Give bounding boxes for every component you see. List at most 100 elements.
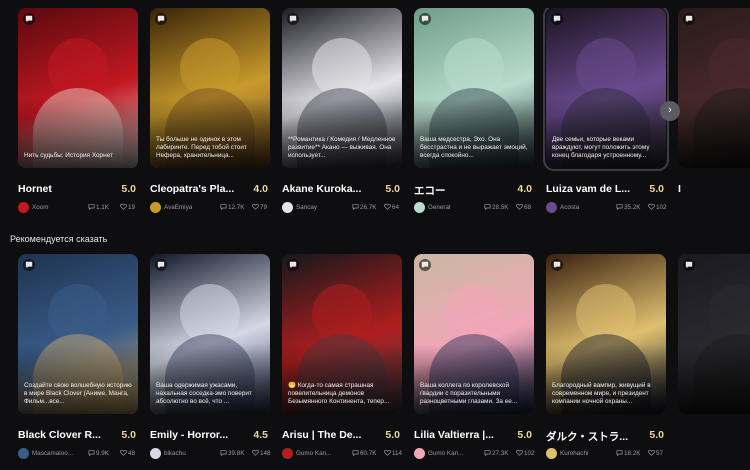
rating-value: 5.0: [649, 183, 664, 195]
character-title[interactable]: Akane Kuroka...: [282, 183, 380, 195]
author-name[interactable]: Acosta: [560, 204, 610, 211]
like-count: 114: [384, 449, 403, 457]
image-shade: [678, 98, 750, 168]
like-count: 79: [252, 203, 267, 211]
character-card[interactable]: I: [678, 8, 750, 218]
author-avatar[interactable]: [414, 448, 425, 459]
author-name[interactable]: Mascamaloo...: [32, 450, 82, 457]
character-image[interactable]: Ваша одержимая ужасами, нахальная соседк…: [150, 254, 270, 414]
chat-bubble-icon: [616, 204, 624, 211]
character-card[interactable]: Благородный вампир, живущий в современно…: [546, 254, 668, 464]
character-image[interactable]: Ваша коллега по королевской гвардии с по…: [414, 254, 534, 414]
character-card[interactable]: Ваша коллега по королевской гвардии с по…: [414, 254, 536, 464]
character-image[interactable]: Нить судьбы: История Хорнет: [18, 8, 138, 168]
heart-icon: [516, 203, 524, 211]
character-card[interactable]: Нить судьбы: История Хорнет Hornet 5.0 Xoom…: [18, 8, 140, 218]
character-card[interactable]: Ты больше не одинок в этом лабиринте. Пе…: [150, 8, 272, 218]
character-title[interactable]: I: [678, 183, 750, 195]
chat-bubble-icon: [484, 450, 492, 457]
character-description: Ваша коллега по королевской гвардии с по…: [420, 382, 518, 405]
card-title-row: ダルク・ストラ... 5.0: [546, 429, 668, 443]
character-row-2: Создайте свою волшебную историю в мире B…: [0, 254, 750, 470]
author-name[interactable]: AvaEmiya: [164, 204, 214, 211]
character-image[interactable]: Две семьи, которые веками враждуют, могу…: [543, 8, 669, 171]
card-title-row: Cleopatra's Pla... 4.0: [150, 183, 272, 197]
chat-bubble-icon: [683, 259, 695, 271]
card-title-row: Emily - Horror... 4.5: [150, 429, 272, 443]
card-title-row: Hornet 5.0: [18, 183, 140, 197]
card-title-row: エコー 4.0: [414, 183, 536, 197]
chat-count: 9.9K: [88, 450, 109, 457]
character-image[interactable]: Создайте свою волшебную историю в мире B…: [18, 254, 138, 414]
character-title[interactable]: Black Clover R...: [18, 429, 116, 441]
author-avatar[interactable]: [282, 202, 293, 213]
author-name[interactable]: bikachu: [164, 450, 214, 457]
character-card[interactable]: **Романтика / Комедия / Медленное развит…: [282, 8, 404, 218]
heart-icon: [384, 449, 392, 457]
author-avatar[interactable]: [546, 202, 557, 213]
rating-value: 5.0: [121, 429, 136, 441]
chat-bubble-icon: [155, 13, 167, 25]
heart-icon: [648, 203, 656, 211]
author-avatar[interactable]: [282, 448, 293, 459]
character-title[interactable]: エコー: [414, 183, 512, 198]
chat-bubble-icon: [616, 450, 624, 457]
author-name[interactable]: Kurohachi: [560, 450, 610, 457]
chat-count-value: 60.7K: [360, 450, 377, 457]
character-description: **Романтика / Комедия / Медленное развит…: [288, 136, 396, 159]
character-image[interactable]: **Романтика / Комедия / Медленное развит…: [282, 8, 402, 168]
author-avatar[interactable]: [414, 202, 425, 213]
author-avatar[interactable]: [150, 202, 161, 213]
author-name[interactable]: Gumo Kan...: [428, 450, 478, 457]
like-count-value: 114: [392, 450, 403, 457]
author-name[interactable]: Xoom: [32, 204, 82, 211]
card-title-row: [678, 429, 750, 443]
character-image[interactable]: Ты больше не одинок в этом лабиринте. Пе…: [150, 8, 270, 168]
chat-bubble-icon: [484, 204, 492, 211]
character-title[interactable]: Luiza vam de L...: [546, 183, 644, 195]
character-image[interactable]: [678, 254, 750, 414]
card-meta: Kurohachi 18.2K 57: [546, 448, 672, 460]
character-image[interactable]: [678, 8, 750, 168]
card-meta: General 28.5K 68: [414, 202, 540, 214]
chat-bubble-icon: [23, 13, 35, 25]
chat-count-value: 18.2K: [624, 450, 641, 457]
author-avatar[interactable]: [18, 202, 29, 213]
character-image[interactable]: Благородный вампир, живущий в современно…: [546, 254, 666, 414]
card-meta: Xoom 1.1K 19: [18, 202, 144, 214]
character-title[interactable]: Hornet: [18, 183, 116, 195]
card-meta: bikachu 39.8K 148: [150, 448, 276, 460]
author-avatar[interactable]: [546, 448, 557, 459]
character-card[interactable]: Две семьи, которые веками враждуют, могу…: [543, 8, 669, 218]
rating-value: 5.0: [517, 429, 532, 441]
character-card[interactable]: Создайте свою волшебную историю в мире B…: [18, 254, 140, 464]
heart-icon: [516, 449, 524, 457]
author-name[interactable]: General: [428, 204, 478, 211]
character-card[interactable]: Ваша медсестра, Эхо. Она бесстрастна и н…: [414, 8, 536, 218]
like-count: 102: [516, 449, 535, 457]
character-card[interactable]: [678, 254, 750, 464]
chat-bubble-icon: [419, 259, 431, 271]
scroll-next-button[interactable]: ›: [660, 101, 680, 121]
author-name[interactable]: Sancay: [296, 204, 346, 211]
character-title[interactable]: Lilia Valtierra |...: [414, 429, 512, 441]
character-title[interactable]: Cleopatra's Pla...: [150, 183, 248, 195]
author-name[interactable]: Gumo Kan...: [296, 450, 346, 457]
heart-icon: [252, 203, 260, 211]
chat-count-value: 39.8K: [228, 450, 245, 457]
chat-count: 60.7K: [352, 450, 376, 457]
character-card[interactable]: Ваша одержимая ужасами, нахальная соседк…: [150, 254, 272, 464]
author-avatar[interactable]: [150, 448, 161, 459]
character-row-1: Нить судьбы: История Хорнет Hornet 5.0 Xoom…: [0, 8, 750, 230]
character-title[interactable]: Emily - Horror...: [150, 429, 248, 441]
character-image[interactable]: 😬 Когда-то самая страшная повелительница…: [282, 254, 402, 414]
card-title-row: Arisu | The De... 5.0: [282, 429, 404, 443]
chat-bubble-icon: [23, 259, 35, 271]
like-count-value: 102: [524, 450, 535, 457]
author-avatar[interactable]: [18, 448, 29, 459]
character-image[interactable]: Ваша медсестра, Эхо. Она бесстрастна и н…: [414, 8, 534, 168]
card-title-row: Akane Kuroka... 5.0: [282, 183, 404, 197]
character-card[interactable]: 😬 Когда-то самая страшная повелительница…: [282, 254, 404, 464]
character-title[interactable]: ダルク・ストラ...: [546, 429, 644, 444]
character-title[interactable]: Arisu | The De...: [282, 429, 380, 441]
